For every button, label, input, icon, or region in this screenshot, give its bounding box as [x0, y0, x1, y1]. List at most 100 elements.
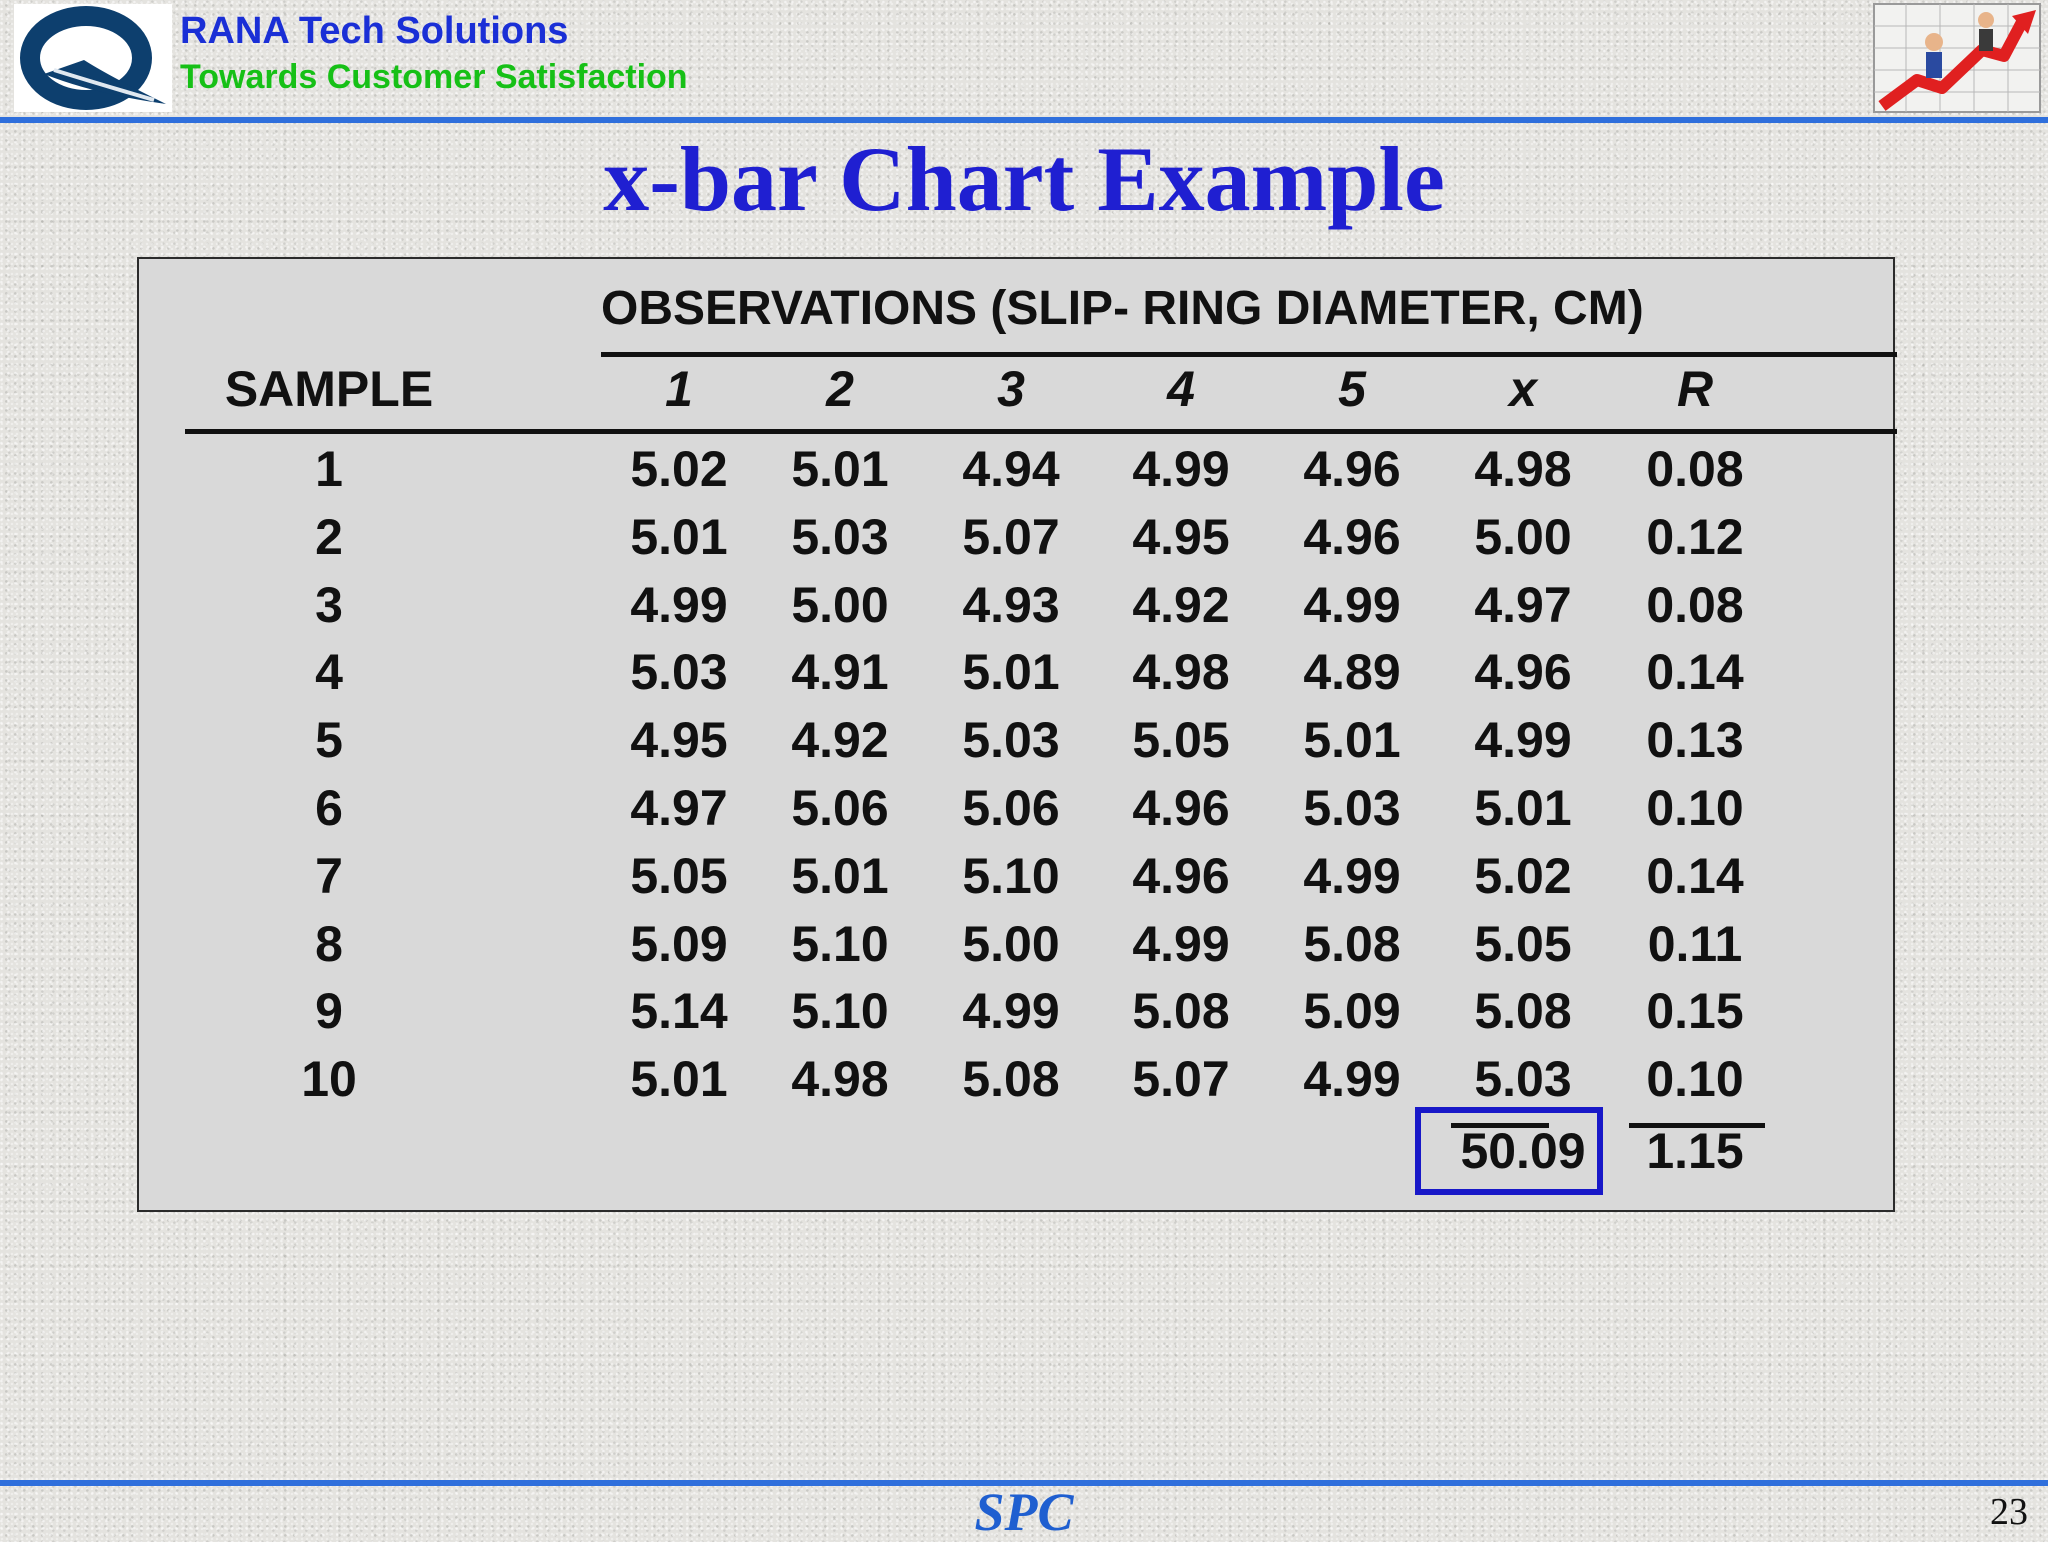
x-bar-cell: 5.01	[1474, 780, 1572, 836]
group-header-rule	[601, 352, 1897, 357]
observation-cell: 5.08	[1303, 915, 1401, 972]
observations-table: OBSERVATIONS (SLIP- RING DIAMETER, CM) S…	[137, 257, 1897, 1212]
column-header-obs-2: 2	[826, 361, 854, 417]
range-cell: 0.10	[1646, 780, 1744, 836]
observation-cell: 5.10	[962, 847, 1060, 904]
x-bar-cell: 4.96	[1474, 644, 1572, 701]
observation-cell: 5.03	[630, 644, 728, 701]
observation-cell: 5.01	[791, 441, 889, 497]
range-sum: 1.15	[1646, 1123, 1744, 1179]
observation-cell: 4.89	[1303, 644, 1401, 701]
observation-cell: 5.08	[1132, 983, 1230, 1040]
range-cell: 0.11	[1647, 915, 1743, 972]
range-cell: 0.13	[1646, 712, 1744, 769]
observation-cell: 5.01	[630, 1051, 728, 1108]
observation-cell: 4.95	[1132, 508, 1230, 565]
footer-label: SPC	[974, 1482, 1074, 1542]
observation-cell: 4.98	[791, 1051, 889, 1108]
x-bar-cell: 4.98	[1474, 441, 1572, 497]
observation-cell: 5.01	[1303, 712, 1401, 769]
observation-cell: 4.96	[1303, 508, 1401, 565]
observation-cell: 5.03	[1303, 780, 1401, 836]
observation-cell: 5.07	[962, 508, 1060, 565]
company-logo	[14, 4, 172, 112]
observation-cell: 4.95	[630, 712, 728, 769]
observation-cell: 4.99	[630, 576, 728, 633]
column-header-obs-4: 4	[1167, 361, 1195, 417]
observation-cell: 4.92	[791, 712, 889, 769]
sample-number-cell: 7	[315, 847, 343, 904]
observation-cell: 5.07	[1132, 1051, 1230, 1108]
observation-cell: 5.05	[1132, 712, 1230, 769]
range-cell: 0.10	[1646, 1051, 1744, 1108]
x-bar-cell: 5.03	[1474, 1051, 1572, 1108]
sample-number-cell: 5	[315, 712, 343, 769]
x-bar-cell: 4.99	[1474, 712, 1572, 769]
sample-number-cell: 4	[315, 644, 343, 701]
observation-cell: 5.08	[962, 1051, 1060, 1108]
column-header-obs-5: 5	[1338, 361, 1366, 417]
header-divider	[0, 117, 2048, 123]
observation-cell: 5.01	[962, 644, 1060, 701]
brand-tagline: Towards Customer Satisfaction	[180, 58, 688, 96]
observation-cell: 4.99	[1132, 441, 1230, 497]
growth-chart-clipart	[1872, 2, 2042, 114]
sample-number-cell: 1	[315, 441, 343, 497]
observation-cell: 5.14	[630, 983, 728, 1040]
observation-cell: 5.03	[962, 712, 1060, 769]
observations-heading: OBSERVATIONS (SLIP- RING DIAMETER, CM)	[601, 282, 1644, 335]
sample-number-cell: 2	[315, 508, 343, 565]
observation-cell: 4.96	[1303, 441, 1401, 497]
column-header-range: R	[1676, 361, 1714, 417]
sample-number-cell: 3	[315, 576, 343, 633]
observation-cell: 5.02	[630, 441, 728, 497]
column-header-rule	[185, 429, 1897, 434]
observation-cell: 4.98	[1132, 644, 1230, 701]
observation-cell: 4.96	[1132, 847, 1230, 904]
observation-cell: 5.00	[791, 576, 889, 633]
observation-cell: 4.99	[1303, 1051, 1401, 1108]
x-bar-cell: 5.08	[1474, 983, 1572, 1040]
observation-cell: 5.01	[630, 508, 728, 565]
slide-title: x-bar Chart Example	[603, 128, 1445, 230]
range-cell: 0.12	[1646, 508, 1744, 565]
observation-cell: 5.10	[791, 915, 889, 972]
observation-cell: 4.99	[962, 983, 1060, 1040]
range-cell: 0.08	[1646, 576, 1744, 633]
x-bar-cell: 4.97	[1474, 576, 1572, 633]
observation-cell: 4.99	[1132, 915, 1230, 972]
sample-column-header: SAMPLE	[224, 361, 434, 417]
observation-cell: 5.05	[630, 847, 728, 904]
x-bar-sum: 50.09	[1460, 1123, 1586, 1179]
observation-cell: 4.92	[1132, 576, 1230, 633]
column-header-obs-1: 1	[665, 361, 693, 417]
range-cell: 0.08	[1646, 441, 1744, 497]
observation-cell: 4.96	[1132, 780, 1230, 836]
sample-number-cell: 10	[301, 1051, 357, 1108]
range-cell: 0.15	[1646, 983, 1744, 1040]
observation-cell: 4.99	[1303, 847, 1401, 904]
range-cell: 0.14	[1646, 644, 1744, 701]
column-header-obs-3: 3	[997, 361, 1025, 417]
sample-number-cell: 9	[315, 983, 343, 1040]
observation-cell: 5.09	[1303, 983, 1401, 1040]
page-number: 23	[1990, 1491, 2028, 1533]
observation-cell: 5.06	[791, 780, 889, 836]
x-bar-cell: 5.02	[1474, 847, 1572, 904]
observation-cell: 4.99	[1303, 576, 1401, 633]
brand-name: RANA Tech Solutions	[180, 10, 569, 52]
x-bar-cell: 5.00	[1474, 508, 1572, 565]
observation-cell: 5.03	[791, 508, 889, 565]
sample-number-cell: 6	[315, 780, 343, 836]
observation-cell: 5.00	[962, 915, 1060, 972]
range-cell: 0.14	[1646, 847, 1744, 904]
observation-cell: 4.94	[962, 441, 1060, 497]
observation-cell: 5.06	[962, 780, 1060, 836]
observation-cell: 5.10	[791, 983, 889, 1040]
observation-cell: 5.09	[630, 915, 728, 972]
observation-cell: 4.97	[630, 780, 728, 836]
column-header-x-bar: x	[1509, 361, 1537, 417]
observation-cell: 4.93	[962, 576, 1060, 633]
observation-cell: 5.01	[791, 847, 889, 904]
x-bar-cell: 5.05	[1474, 915, 1572, 972]
